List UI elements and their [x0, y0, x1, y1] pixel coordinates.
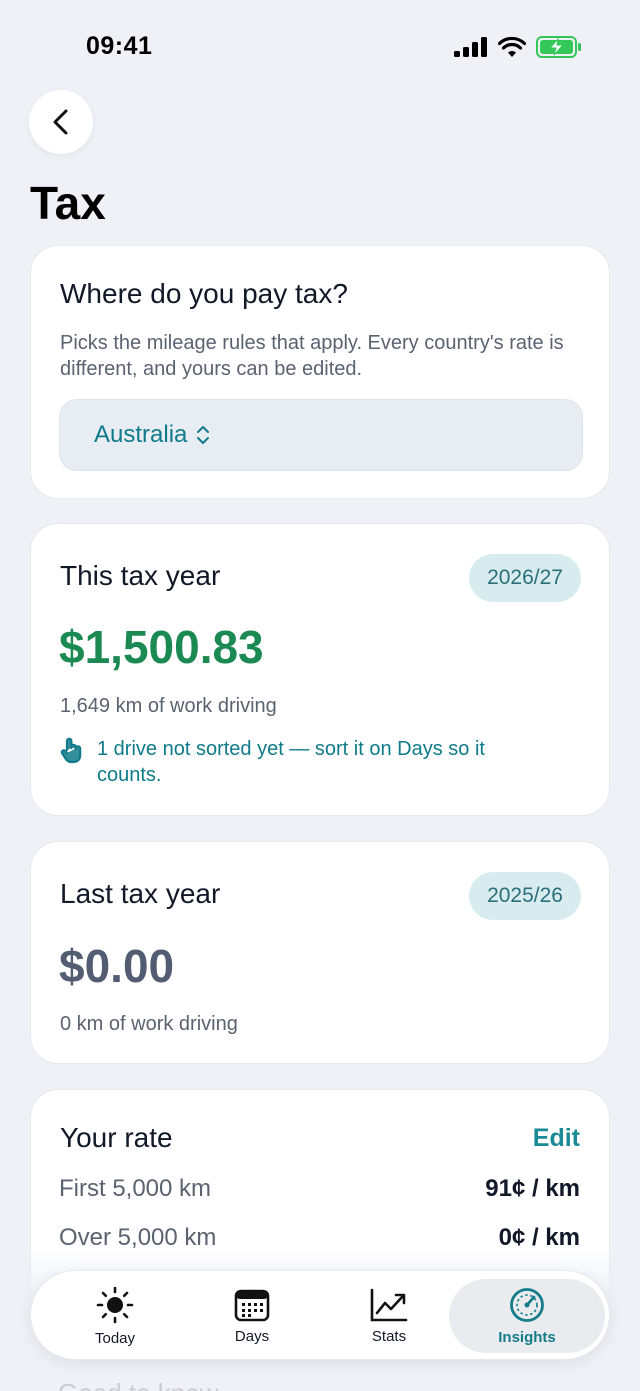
last-tax-year-title: Last tax year	[60, 878, 221, 909]
rate-row-value: 0¢ / km	[498, 1224, 580, 1251]
this-tax-year-distance: 1,649 km of work driving	[60, 695, 277, 717]
wifi-icon	[498, 36, 526, 57]
chevron-left-icon	[53, 109, 68, 135]
status-bar: 09:41	[0, 0, 640, 90]
tab-insights[interactable]: Insights	[449, 1279, 605, 1353]
tab-days-label: Days	[234, 1327, 270, 1345]
unsorted-drive-notice-text: 1 drive not sorted yet — sort it on Days…	[97, 738, 485, 786]
this-tax-year-badge: 2026/27	[469, 554, 581, 602]
tab-stats-label: Stats	[371, 1327, 407, 1345]
next-section-heading: Good to know	[58, 1378, 218, 1391]
hand-tap-icon	[60, 737, 82, 764]
this-tax-year-title: This tax year	[60, 560, 221, 591]
unsorted-drive-notice[interactable]: 1 drive not sorted yet — sort it on Days…	[59, 736, 517, 788]
rate-row: Over 5,000 km 0¢ / km	[59, 1224, 580, 1252]
page-title: Tax	[30, 177, 106, 229]
gauge-icon	[510, 1287, 544, 1322]
rate-row-label: First 5,000 km	[59, 1175, 212, 1202]
country-select[interactable]: Australia	[59, 399, 583, 471]
status-icons	[454, 36, 582, 58]
chevron-up-down-icon	[197, 426, 210, 444]
rate-row: First 5,000 km 91¢ / km	[59, 1175, 580, 1203]
signal-icon	[454, 37, 487, 57]
tab-days[interactable]: Days	[187, 1279, 317, 1353]
tab-insights-label: Insights	[498, 1328, 556, 1346]
last-tax-year-badge: 2025/26	[469, 872, 581, 920]
tab-today-label: Today	[94, 1329, 136, 1347]
this-tax-year-card[interactable]: This tax year 2026/27 $1,500.83 1,649 km…	[30, 523, 610, 816]
rate-row-label: Over 5,000 km	[59, 1224, 217, 1251]
status-time: 09:41	[86, 32, 153, 60]
chart-icon	[370, 1288, 408, 1321]
last-tax-year-amount: $0.00	[59, 940, 175, 992]
tax-country-description: Picks the mileage rules that apply. Ever…	[60, 332, 564, 380]
your-rate-title: Your rate	[60, 1122, 173, 1153]
bottom-tab-bar: Today Days Stats Insights	[30, 1270, 610, 1360]
this-tax-year-amount: $1,500.83	[59, 621, 264, 673]
battery-charging-icon	[536, 36, 581, 58]
last-tax-year-card[interactable]: Last tax year 2025/26 $0.00 0 km of work…	[30, 841, 610, 1064]
rate-row-value: 91¢ / km	[485, 1175, 580, 1202]
tax-country-title: Where do you pay tax?	[60, 278, 348, 309]
country-select-value: Australia	[94, 421, 188, 448]
back-button[interactable]	[29, 90, 93, 154]
tab-stats[interactable]: Stats	[324, 1279, 454, 1353]
calendar-icon	[234, 1289, 270, 1321]
tax-country-card: Where do you pay tax? Picks the mileage …	[30, 245, 610, 499]
sun-icon	[96, 1286, 134, 1323]
last-tax-year-distance: 0 km of work driving	[60, 1013, 238, 1035]
edit-rate-button[interactable]: Edit	[533, 1124, 580, 1153]
tab-today[interactable]: Today	[50, 1279, 180, 1353]
